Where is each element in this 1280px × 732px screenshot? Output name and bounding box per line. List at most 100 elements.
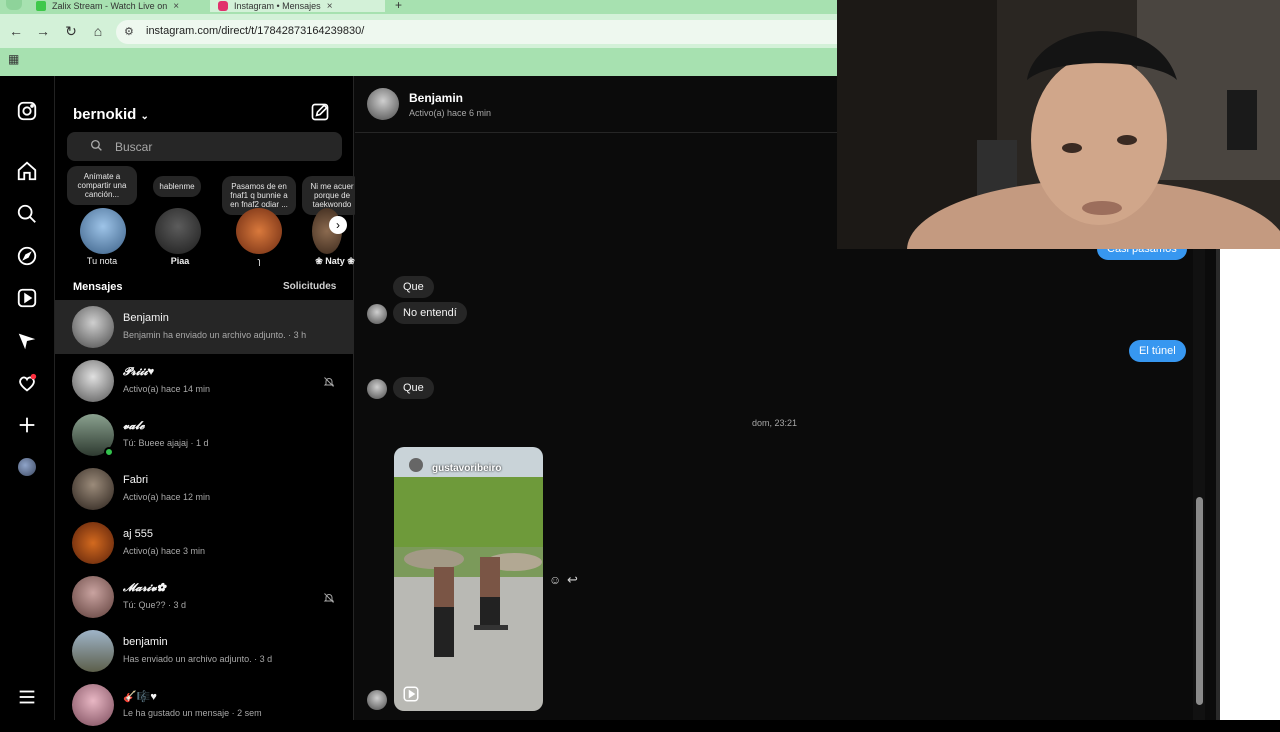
apps-grid-icon[interactable]: ▦ [8,52,19,66]
chat-panel-continued [837,249,1220,720]
conversation-item[interactable]: 𝓟𝓻𝓲𝓲𝓲♥ Activo(a) hace 14 min [55,354,354,408]
reload-icon[interactable]: ↻ [62,22,80,40]
message-timestamp: dom, 23:21 [752,418,798,428]
chat-contact-name[interactable]: Benjamin [409,91,463,105]
forward-icon[interactable]: → [34,22,52,40]
shared-reel[interactable] [394,447,543,711]
conversation-name: Fabri [123,474,149,486]
story-avatar[interactable] [155,208,201,254]
conversation-item[interactable]: 𝓜𝓪𝓻𝓲𝓿✿ Tú: Que?? · 3 d [55,570,354,624]
conversation-preview: Activo(a) hace 12 min [123,492,211,502]
avatar [72,576,114,618]
reply-icon[interactable]: ↩ [567,572,578,588]
avatar [72,468,114,510]
create-icon[interactable] [14,412,40,438]
compose-icon[interactable] [310,102,332,124]
next-stories-button[interactable]: › [329,216,347,234]
profile-avatar[interactable] [18,458,36,476]
message-incoming[interactable]: Que [393,276,434,298]
new-tab-button[interactable]: + [395,0,402,12]
webcam-feed-image [837,0,1280,249]
conversation-name: Benjamin [123,312,169,324]
sender-avatar [367,379,387,399]
account-switcher[interactable]: bernokid ⌄ [73,106,149,123]
conversation-preview: Has enviado un archivo adjunto. · 3 d [123,654,273,664]
conversation-preview: Le ha gustado un mensaje · 2 sem [123,708,262,718]
conversation-item[interactable]: aj 555 Activo(a) hace 3 min [55,516,354,570]
webcam-overlay [837,0,1280,249]
conversation-name: aj 555 [123,528,153,540]
notifications-icon[interactable] [14,370,40,396]
search-icon[interactable] [14,201,40,227]
story-avatar[interactable] [236,208,282,254]
white-region [1220,249,1280,720]
message-outgoing[interactable]: El túnel [1129,340,1186,362]
back-icon[interactable]: ← [7,22,25,40]
reel-author-name[interactable]: gustavoribeiro [432,463,501,474]
conversation-name: benjamin [123,636,168,648]
tab-title: Zalix Stream - Watch Live on [52,1,168,11]
avatar [72,360,114,402]
sender-avatar [367,690,387,710]
instagram-logo-icon[interactable] [14,98,40,124]
messages-icon[interactable] [14,328,40,354]
conversation-preview: Activo(a) hace 14 min [123,384,211,394]
requests-link[interactable]: Solicitudes [283,281,336,292]
close-tab-icon[interactable]: × [173,1,179,12]
messages-section-title: Mensajes [73,281,123,293]
chat-contact-status: Activo(a) hace 6 min [409,108,492,118]
avatar [72,522,114,564]
conversation-name: 𝓿𝓪𝓵𝓮 [123,420,145,432]
tab-search-button[interactable] [6,0,22,10]
conversation-preview: Tú: Bueee ajajaj · 1 d [123,438,209,448]
conversation-item[interactable]: Fabri Activo(a) hace 12 min [55,462,354,516]
sender-avatar [367,304,387,324]
avatar [72,630,114,672]
search-icon [90,139,104,153]
conversation-preview: Tú: Que?? · 3 d [123,600,187,610]
url-text[interactable]: instagram.com/direct/t/17842873164239830… [146,25,364,37]
story-avatar[interactable] [80,208,126,254]
reel-author-avatar [409,458,423,472]
close-tab-icon[interactable]: × [327,1,333,12]
conversation-preview: Benjamin ha enviado un archivo adjunto. … [123,330,307,340]
online-indicator [104,447,114,457]
note-bubble[interactable]: Anímate a compartir una canción... [67,166,137,205]
menu-icon[interactable] [14,684,40,710]
conversation-name: 𝓟𝓻𝓲𝓲𝓲♥ [123,366,155,378]
react-emoji-icon[interactable]: ☺ [549,573,561,587]
story-name: Tu nota [86,256,118,266]
home-icon[interactable] [14,158,40,184]
reel-thumbnail [394,447,543,711]
conversation-item[interactable]: 🎸🎼♥ Le ha gustado un mensaje · 2 sem [55,678,354,732]
avatar [72,306,114,348]
reels-icon [402,685,420,703]
conversation-name: 🎸🎼♥ [123,691,157,703]
conversation-preview: Activo(a) hace 3 min [123,546,206,556]
muted-bell-icon [323,375,335,387]
muted-bell-icon [323,591,335,603]
conversation-name: 𝓜𝓪𝓻𝓲𝓿✿ [123,582,166,594]
reels-icon[interactable] [14,285,40,311]
message-incoming[interactable]: No entendí [393,302,467,324]
story-name: ɿ [257,256,261,266]
site-info-icon[interactable]: ⚙ [124,25,134,38]
explore-icon[interactable] [14,243,40,269]
tab-favicon-icon [36,1,46,11]
home-browser-icon[interactable]: ⌂ [89,22,107,40]
chevron-down-icon: ⌄ [140,111,149,122]
conversation-item[interactable]: benjamin Has enviado un archivo adjunto.… [55,624,354,678]
search-input[interactable] [67,132,342,161]
note-bubble[interactable]: hablenme [153,176,201,197]
tab-title: Instagram • Mensajes [234,1,321,11]
search-placeholder: Buscar [115,140,153,154]
conversation-item[interactable]: 𝓿𝓪𝓵𝓮 Tú: Bueee ajajaj · 1 d [55,408,354,462]
conversation-item[interactable]: Benjamin Benjamin ha enviado un archivo … [55,300,354,354]
browser-tab-instagram[interactable]: Instagram • Mensajes × [210,0,385,12]
chat-avatar[interactable] [367,88,399,120]
instagram-favicon-icon [218,1,228,11]
scrollbar-thumb[interactable] [1196,497,1203,705]
message-incoming[interactable]: Que [393,377,434,399]
browser-tab-zalix[interactable]: Zalix Stream - Watch Live on × [28,0,208,12]
username-label: bernokid [73,106,137,123]
